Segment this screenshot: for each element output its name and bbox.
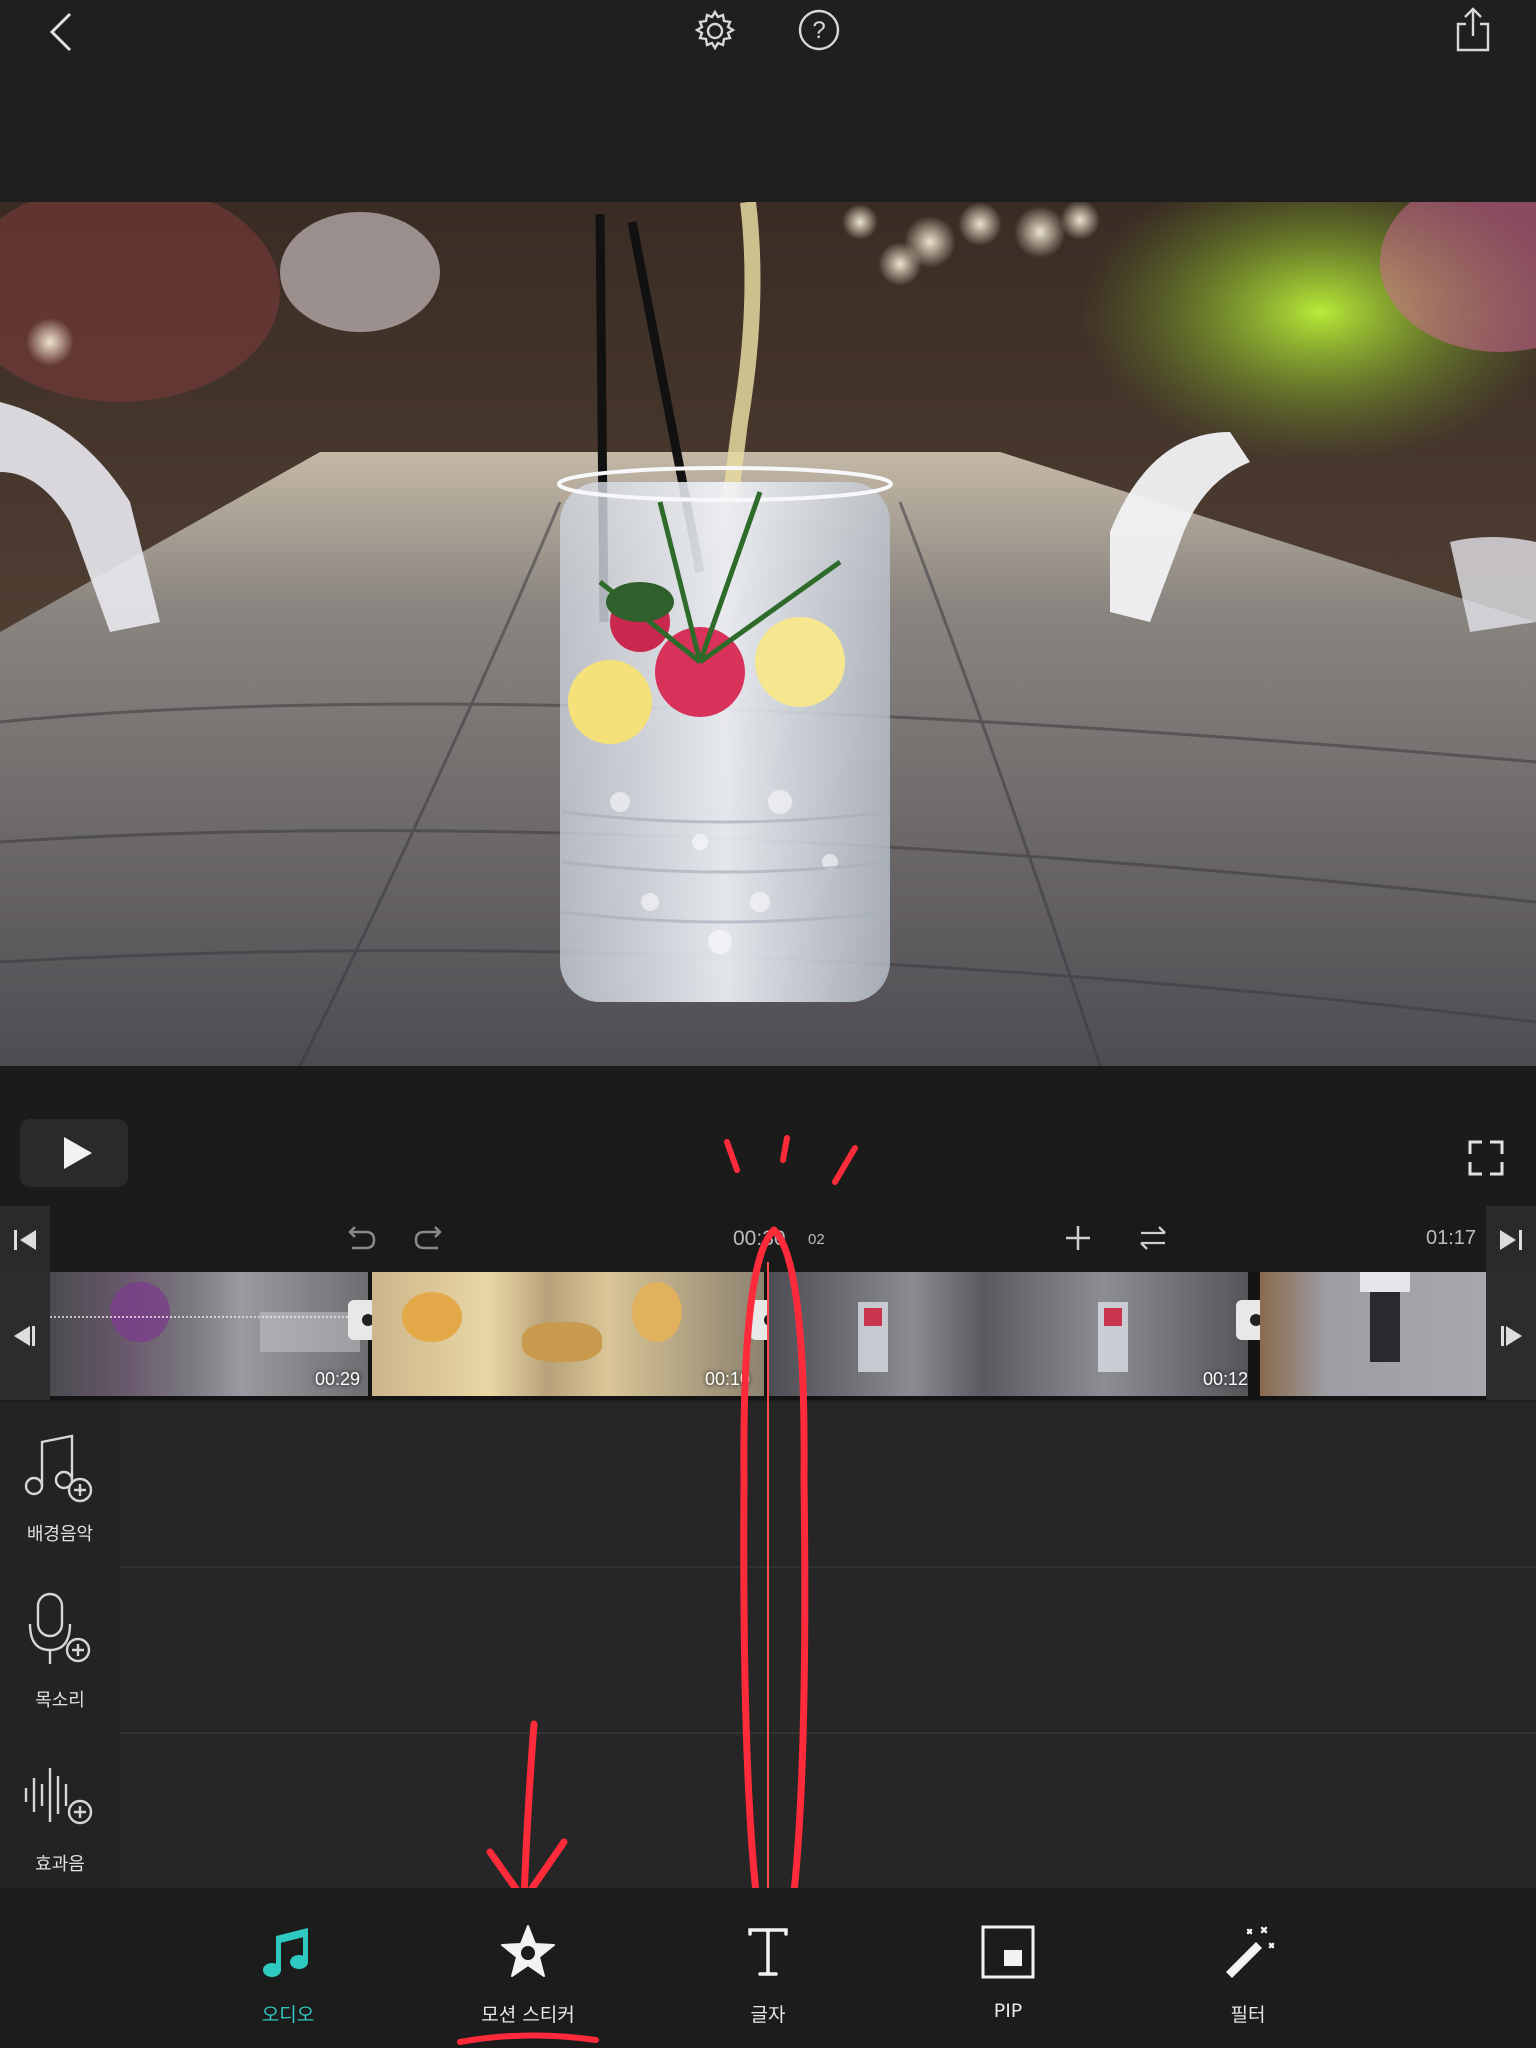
- music-add-icon: [24, 1434, 93, 1503]
- fullscreen-button[interactable]: [1458, 1130, 1514, 1186]
- star-icon: [501, 1925, 555, 1977]
- annotation-ellipse: [740, 1226, 809, 1925]
- annotation-arrow: [486, 1720, 568, 1907]
- fullscreen-icon: [1468, 1140, 1504, 1176]
- top-bar: ?: [0, 0, 1536, 200]
- play-icon: [64, 1137, 92, 1169]
- video-preview[interactable]: [0, 202, 1536, 1066]
- skip-end-icon: [1500, 1230, 1522, 1250]
- undo-button[interactable]: [340, 1218, 380, 1258]
- pip-icon: [981, 1925, 1035, 1979]
- track-label: 목소리: [35, 1690, 85, 1711]
- track-lane[interactable]: [120, 1402, 1536, 1567]
- share-icon: [1456, 7, 1490, 52]
- video-clip[interactable]: 00:12: [768, 1272, 1248, 1396]
- sound-effect-add-icon: [24, 1768, 93, 1825]
- redo-button[interactable]: [410, 1218, 450, 1258]
- music-note-icon: [263, 1928, 308, 1977]
- clip-duration: 00:29: [314, 1369, 360, 1389]
- settings-button[interactable]: [692, 8, 738, 54]
- tab-label: 모션 스티커: [481, 2004, 575, 2026]
- add-clip-button[interactable]: [1058, 1218, 1098, 1258]
- skip-to-end-button[interactable]: [1486, 1206, 1536, 1272]
- tab-label: 글자: [750, 2004, 786, 2026]
- video-clip[interactable]: 00:10: [372, 1272, 764, 1396]
- text-icon: [748, 1928, 788, 1976]
- help-icon: ?: [798, 9, 840, 51]
- track-label: 효과음: [35, 1854, 85, 1875]
- microphone-add-icon: [28, 1592, 91, 1664]
- back-button[interactable]: [44, 10, 80, 54]
- clip-duration: 00:12: [1202, 1369, 1248, 1389]
- bottom-tab-bar: 오디오 모션 스티커 글자 PIP 필터: [0, 1888, 1536, 2048]
- tab-pip[interactable]: PIP: [908, 1888, 1108, 2048]
- add-sound-effect-button[interactable]: 효과음: [0, 1734, 120, 1888]
- svg-text:?: ?: [812, 17, 825, 44]
- undo-icon: [348, 1226, 376, 1250]
- gear-icon: [694, 9, 736, 51]
- swap-arrows-icon: [1140, 1226, 1166, 1250]
- skip-start-icon: [14, 1230, 36, 1250]
- tab-filter[interactable]: 필터: [1148, 1888, 1348, 2048]
- video-clip[interactable]: 00:29: [50, 1272, 368, 1396]
- playback-controls: [0, 1066, 1536, 1206]
- skip-to-start-button[interactable]: [0, 1206, 50, 1272]
- help-button[interactable]: ?: [797, 8, 841, 52]
- tab-label: 필터: [1230, 2004, 1266, 2026]
- redo-icon: [414, 1226, 442, 1250]
- track-lane[interactable]: [120, 1734, 1536, 1888]
- share-button[interactable]: [1454, 6, 1492, 54]
- preview-frame-image: [0, 202, 1536, 1066]
- plus-icon: [1066, 1226, 1090, 1250]
- add-background-music-button[interactable]: 배경음악: [0, 1402, 120, 1567]
- total-time: 01:17: [1426, 1227, 1477, 1249]
- tab-label: 오디오: [261, 2004, 315, 2026]
- play-button[interactable]: [20, 1119, 128, 1187]
- add-voice-button[interactable]: 목소리: [0, 1568, 120, 1733]
- tab-label: PIP: [993, 2000, 1023, 2022]
- trim-end-handle[interactable]: [1486, 1272, 1536, 1400]
- trim-left-icon: [14, 1326, 35, 1346]
- tab-text[interactable]: 글자: [668, 1888, 868, 2048]
- trim-right-icon: [1501, 1326, 1522, 1346]
- tab-audio[interactable]: 오디오: [188, 1888, 388, 2048]
- trim-start-handle[interactable]: [0, 1272, 50, 1400]
- annotation-underline: [457, 2032, 599, 2045]
- magic-wand-icon: [1226, 1926, 1275, 1978]
- annotation-marks: [724, 1135, 858, 1185]
- track-lane[interactable]: [120, 1568, 1536, 1733]
- tab-motion-sticker[interactable]: 모션 스티커: [428, 1888, 628, 2048]
- track-label: 배경음악: [26, 1524, 94, 1545]
- swap-button[interactable]: [1133, 1218, 1173, 1258]
- video-clip[interactable]: [1260, 1272, 1486, 1396]
